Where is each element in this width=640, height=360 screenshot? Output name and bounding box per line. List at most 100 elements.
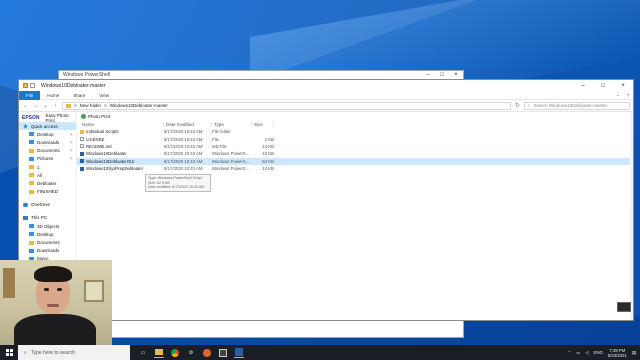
file-name: Windows10Debloater [86,151,127,157]
media-player-icon[interactable] [202,348,212,358]
nav-item-onedrive[interactable]: OneDrive [19,201,76,209]
file-date: 8/17/2020 10:43 AM [164,166,203,172]
file-row[interactable]: LICENSE 8/17/2020 10:43 AM File 2 KB [77,135,633,142]
tab-view[interactable]: View [92,91,116,100]
file-list-pane[interactable]: Photo Print Name Date modified Type Size… [77,112,633,320]
nav-item-pc-documents[interactable]: Documents [19,238,76,246]
nav-item-pc-downloads[interactable]: Downloads [19,247,76,255]
file-date: 8/17/2020 10:43 AM [164,136,203,142]
file-row[interactable]: README.md 8/17/2020 10:43 AM MD File 14 … [77,143,633,150]
address-bar-row: ← → ⌄ ↑ > New folder > Windows10Debloate… [19,100,633,112]
expand-ribbon-icon[interactable]: ⌄ [613,92,623,98]
chrome-icon[interactable] [170,348,180,358]
file-row[interactable]: Windows10Debloater 8/17/2020 10:43 AM Wi… [77,150,633,157]
breadcrumb-separator: > [104,103,107,108]
nav-label: Downloads [37,248,60,254]
settings-gear-icon[interactable]: ⚙ [186,348,196,358]
quick-access-toolbar [23,83,35,88]
minimize-icon[interactable]: – [421,72,435,78]
nav-item-desktop[interactable]: Desktop ✎ [19,130,76,138]
person-mouth [47,304,59,307]
taskbar-search-box[interactable]: ⌕ Type here to search [18,345,130,360]
column-header-size[interactable]: Size [252,121,274,127]
help-icon[interactable]: ? [623,93,633,98]
file-explorer-icon[interactable] [154,348,164,358]
powershell-title: Windows PowerShell [63,72,110,78]
task-view-icon[interactable]: ▭ [138,348,148,358]
file-name: README.md [86,143,112,149]
close-icon[interactable]: × [449,72,463,78]
forward-arrow-icon[interactable]: → [32,103,39,109]
clock[interactable]: 7:39 PM 5/23/2021 [608,348,627,358]
person-eye [57,288,62,291]
folder-icon [80,129,84,134]
file-row[interactable]: Individual Scripts 8/17/2020 10:43 AM Fi… [77,128,633,135]
app-icon[interactable] [218,348,228,358]
nav-item-all[interactable]: All [19,171,76,179]
nav-label: Pictures [37,156,54,162]
tab-share[interactable]: Share [66,91,92,100]
breadcrumb-current-folder[interactable]: Windows10Debloater-master [110,103,168,108]
vertical-scrollbar[interactable] [630,112,633,320]
documents-icon [29,240,34,245]
show-hidden-icons-icon[interactable]: ⌃ [568,350,572,356]
properties-icon[interactable] [30,83,35,88]
nav-item-downloads[interactable]: Downloads ✎ [19,138,76,146]
file-row[interactable]: Windows10SysPrepDebloater 8/17/2020 10:4… [77,165,633,172]
close-button[interactable]: × [613,83,633,89]
nav-quick-access[interactable]: Quick access [19,122,76,131]
tab-home[interactable]: Home [40,91,66,100]
person-shirt [14,314,96,345]
nav-item-documents[interactable]: Documents ✎ [19,147,76,155]
pin-icon: ✎ [69,139,73,145]
breadcrumb-new-folder[interactable]: New folder [80,103,102,108]
nav-label: 1 [37,164,40,170]
column-header-date[interactable]: Date modified [164,121,212,127]
file-row-selected[interactable]: Windows10DebloaterGUI 8/17/2020 10:43 AM… [77,157,633,165]
nav-item-pc-desktop[interactable]: Desktop [19,230,76,238]
document-icon [80,137,84,142]
nav-item-3d-objects[interactable]: 3D Objects [19,222,76,230]
up-arrow-icon[interactable]: ↑ [52,103,59,109]
easy-photo-print-button[interactable]: Easy Photo Print [46,113,76,123]
pin-icon: ✎ [69,156,73,162]
address-bar[interactable]: > New folder > Windows10Debloater-master [62,101,511,110]
search-icon: ⌕ [24,349,27,356]
folder-icon [29,173,34,178]
notifications-icon[interactable]: ▤ [632,350,636,356]
minimize-button[interactable]: – [573,83,593,89]
maximize-icon[interactable]: □ [435,72,449,78]
network-icon[interactable]: ▭ [576,350,580,356]
nav-item-finished[interactable]: FINISHED [19,188,76,196]
recent-locations-icon[interactable]: ⌄ [42,102,49,109]
back-arrow-icon[interactable]: ← [22,103,29,109]
person-eye [44,288,49,291]
photo-print-label: Photo Print [88,113,111,119]
tab-file[interactable]: File [19,90,41,100]
language-indicator[interactable]: ENG [594,350,603,355]
nav-item-this-pc[interactable]: This PC [19,214,76,222]
nav-item-debloater[interactable]: Debloater [19,179,76,187]
nav-label: Documents [37,148,60,154]
refresh-icon[interactable]: ↻ [514,102,521,109]
volume-icon[interactable]: ◁ [585,350,588,356]
nav-label: This PC [31,215,48,221]
column-header-type[interactable]: Type [212,121,252,127]
nav-item-pictures[interactable]: Pictures ✎ [19,155,76,163]
folder-icon [66,103,71,108]
computer-icon [23,215,28,220]
file-name: Windows10SysPrepDebloater [86,166,144,172]
maximize-button[interactable]: □ [593,83,613,89]
start-button[interactable] [0,345,18,360]
search-box[interactable]: ⌕ Search Windows10Debloater-master [524,101,630,110]
explorer-titlebar[interactable]: Windows10Debloater-master – □ × [19,80,633,91]
taskbar: ⌕ Type here to search ▭ ⚙ ⌃ ▭ ◁ ENG 7:39… [0,345,640,360]
folder-icon[interactable] [23,83,28,88]
notification-thumbnail[interactable] [617,302,631,312]
photo-print-button[interactable]: Photo Print [81,113,111,119]
column-headers: Name Date modified Type Size [77,120,633,128]
powershell-script-icon [80,166,84,171]
column-header-name[interactable]: Name [80,121,164,127]
nav-item-1[interactable]: 1 [19,163,76,171]
powershell-icon[interactable] [234,348,244,358]
